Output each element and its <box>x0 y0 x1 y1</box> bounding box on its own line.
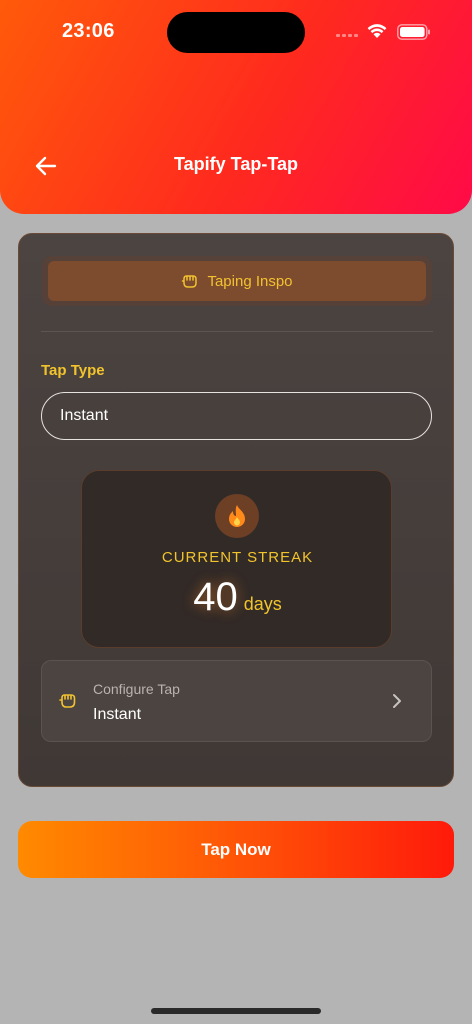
status-time: 23:06 <box>62 20 115 42</box>
inspo-container: Taping Inspo <box>42 256 432 306</box>
battery-icon <box>397 24 430 40</box>
home-indicator <box>151 1008 321 1014</box>
flame-badge <box>215 494 259 538</box>
divider <box>41 331 433 332</box>
tap-now-button[interactable]: Tap Now <box>18 821 454 878</box>
streak-value-group: 40 days <box>82 575 393 620</box>
tap-type-label: Tap Type <box>41 362 105 379</box>
configure-tap-row[interactable]: Configure Tap Instant <box>41 660 432 742</box>
header: 23:06 Tapify Tap-Tap <box>0 0 472 214</box>
taping-inspo-button[interactable]: Taping Inspo <box>48 261 426 301</box>
streak-count: 40 <box>193 575 238 619</box>
fist-icon <box>182 275 198 288</box>
dynamic-island <box>167 12 305 53</box>
configure-tap-value: Instant <box>93 706 142 723</box>
flame-icon <box>229 505 245 527</box>
configure-tap-title: Configure Tap <box>93 681 180 697</box>
tap-type-input[interactable] <box>41 392 432 440</box>
wifi-icon <box>367 24 387 38</box>
app-screen: 23:06 Tapify Tap-Tap Taping Inspo Tap Ty… <box>0 0 472 1024</box>
chevron-right-icon <box>393 694 401 708</box>
streak-unit: days <box>243 594 282 614</box>
taping-inspo-label: Taping Inspo <box>207 272 293 290</box>
page-title: Tapify Tap-Tap <box>174 154 298 174</box>
fist-icon <box>59 694 76 708</box>
streak-label: CURRENT STREAK <box>161 549 314 566</box>
streak-panel: CURRENT STREAK 40 days <box>81 470 392 648</box>
tap-card: Taping Inspo Tap Type CURRENT STREAK 40d… <box>18 233 454 787</box>
cellular-signal-icon <box>336 34 358 37</box>
